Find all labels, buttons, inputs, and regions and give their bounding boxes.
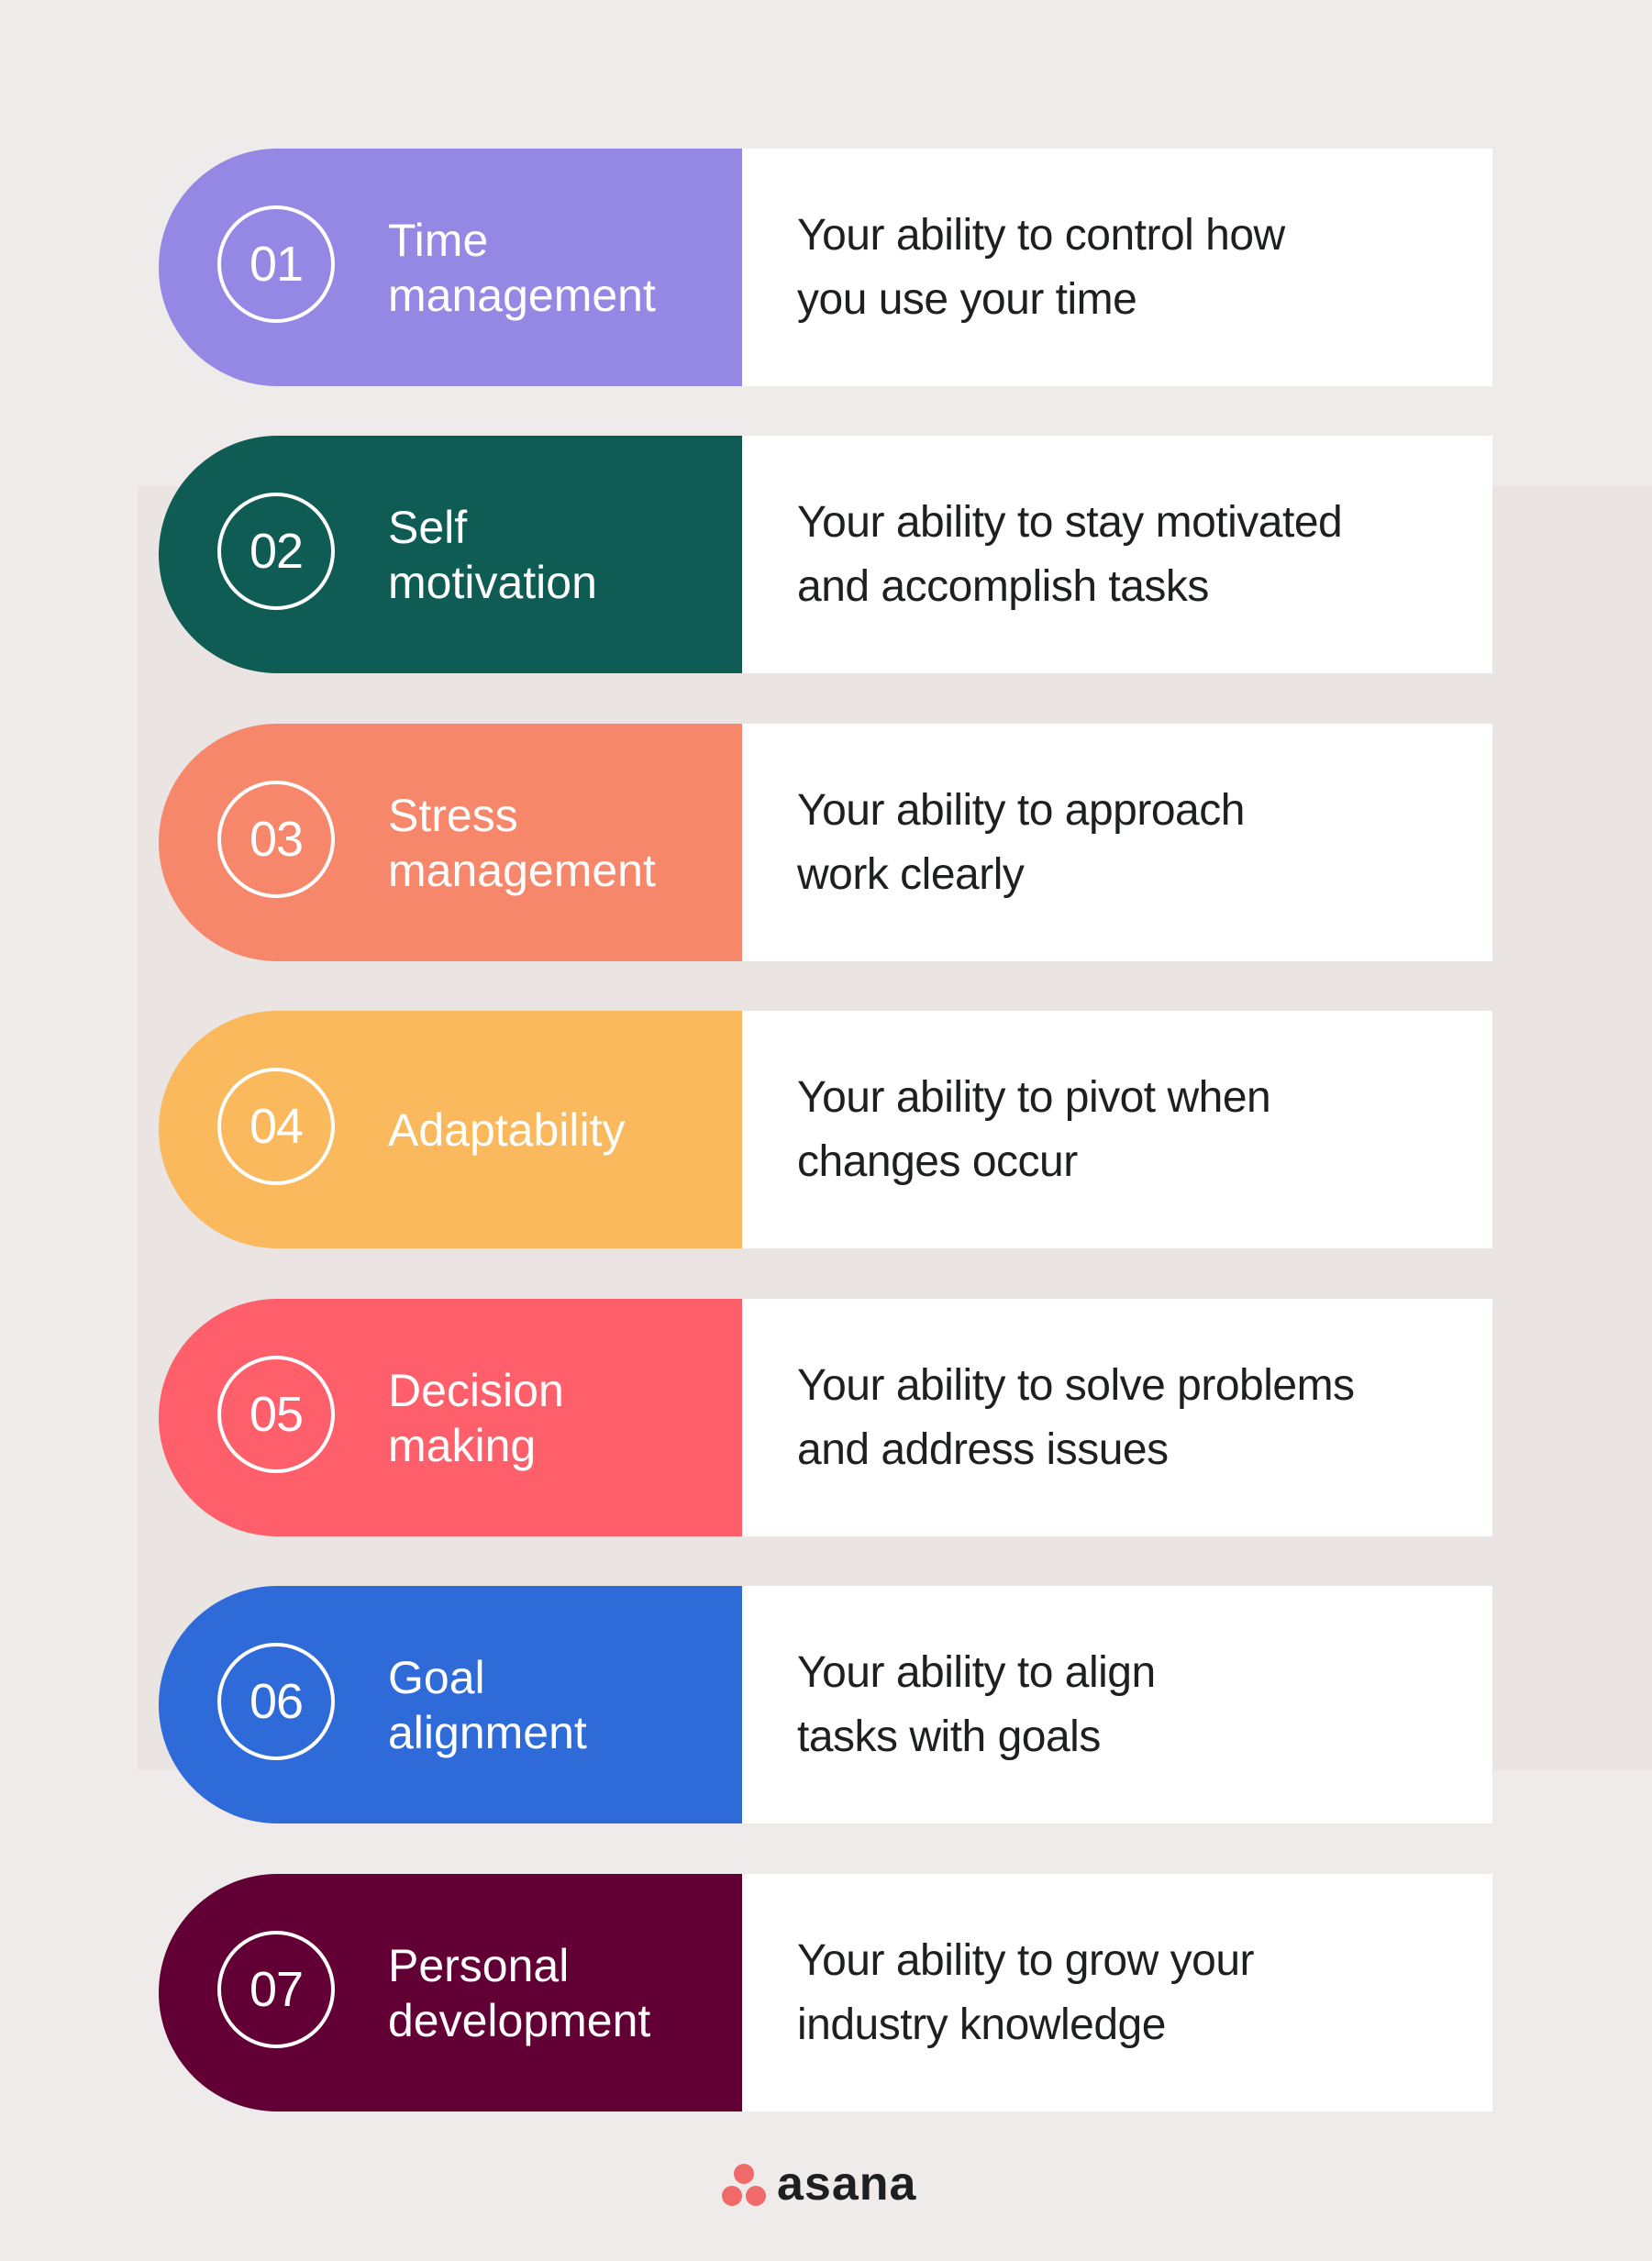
asana-logo: asana [720, 2157, 940, 2215]
skill-description: Your ability to align tasks with goals [797, 1647, 1156, 1761]
skill-pill: 03 Stress management [159, 724, 742, 961]
skill-label: Goal alignment [388, 1651, 587, 1758]
description-box: Your ability to grow your industry knowl… [742, 1874, 1492, 2111]
skill-description: Your ability to pivot when changes occur [797, 1072, 1271, 1186]
number-badge: 06 [217, 1643, 335, 1760]
skill-row: 05 Decision making Your ability to solve… [159, 1299, 1492, 1536]
number-badge: 01 [217, 205, 335, 323]
skill-row: 04 Adaptability Your ability to pivot wh… [159, 1011, 1492, 1248]
skill-pill: 02 Self motivation [159, 436, 742, 673]
skill-pill: 06 Goal alignment [159, 1586, 742, 1823]
description-box: Your ability to pivot when changes occur [742, 1011, 1492, 1248]
asana-dots-icon [720, 2160, 768, 2208]
skill-row: 07 Personal development Your ability to … [159, 1874, 1492, 2111]
skill-label: Decision making [388, 1364, 564, 1471]
skill-row: 01 Time management Your ability to contr… [159, 149, 1492, 386]
skill-row: 02 Self motivation Your ability to stay … [159, 436, 1492, 673]
skill-label: Time management [388, 214, 656, 321]
skill-label: Stress management [388, 789, 656, 896]
skill-pill: 04 Adaptability [159, 1011, 742, 1248]
skill-description: Your ability to stay motivated and accom… [797, 497, 1343, 611]
skill-description: Your ability to solve problems and addre… [797, 1360, 1355, 1474]
skill-description: Your ability to approach work clearly [797, 785, 1245, 899]
skill-description: Your ability to grow your industry knowl… [797, 1935, 1255, 2049]
description-box: Your ability to stay motivated and accom… [742, 436, 1492, 673]
number-badge: 07 [217, 1931, 335, 2048]
skill-label: Personal development [388, 1939, 651, 2046]
skill-label: Adaptability [388, 1103, 626, 1156]
skill-pill: 01 Time management [159, 149, 742, 386]
description-box: Your ability to align tasks with goals [742, 1586, 1492, 1823]
number-badge: 02 [217, 493, 335, 610]
logo-text: asana [777, 2157, 917, 2211]
description-box: Your ability to approach work clearly [742, 724, 1492, 961]
skill-row: 03 Stress management Your ability to app… [159, 724, 1492, 961]
description-box: Your ability to solve problems and addre… [742, 1299, 1492, 1536]
number-badge: 04 [217, 1068, 335, 1185]
skill-description: Your ability to control how you use your… [797, 210, 1285, 324]
skill-pill: 07 Personal development [159, 1874, 742, 2111]
number-badge: 03 [217, 781, 335, 898]
description-box: Your ability to control how you use your… [742, 149, 1492, 386]
skill-pill: 05 Decision making [159, 1299, 742, 1536]
number-badge: 05 [217, 1356, 335, 1473]
skill-label: Self motivation [388, 501, 597, 608]
skill-row: 06 Goal alignment Your ability to align … [159, 1586, 1492, 1823]
